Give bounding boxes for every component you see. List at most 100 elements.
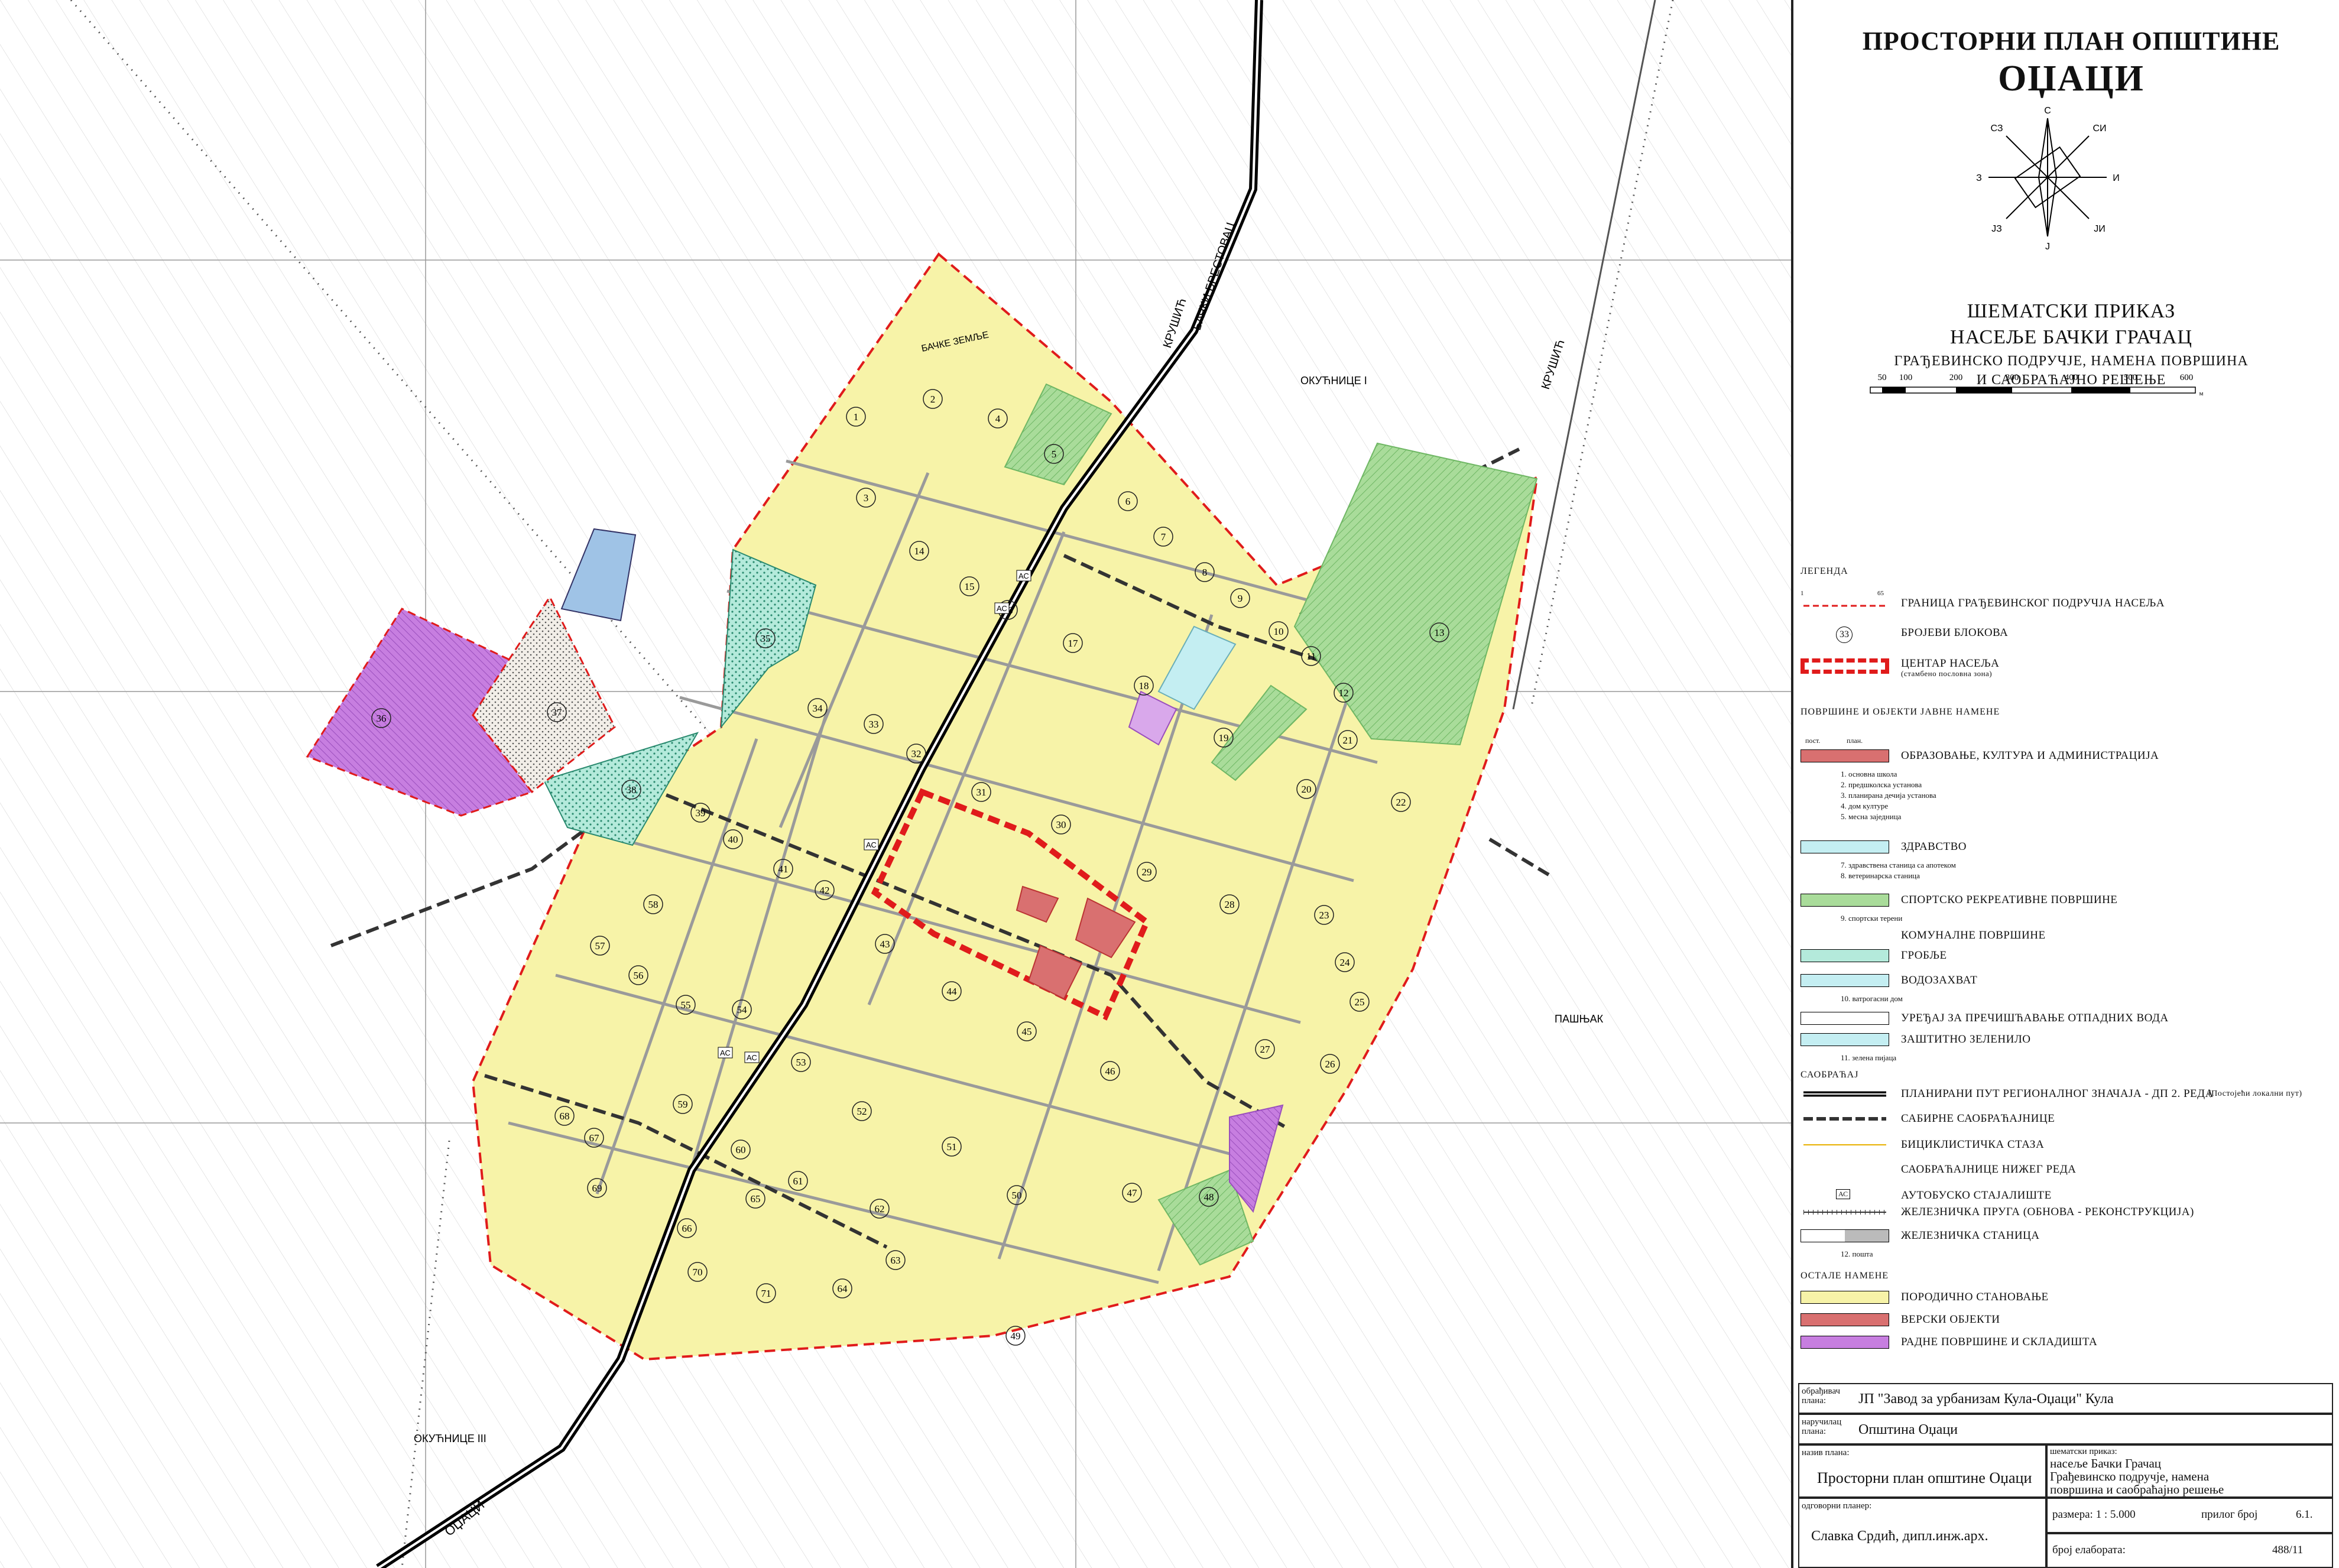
locality-okucnice3: ОКУЋНИЦЕ III — [414, 1433, 486, 1444]
legend-row-center: ЦЕНТАР НАСЕЉА (стамбено пословна зона) — [1801, 657, 2332, 681]
block-number: 15 — [965, 581, 975, 592]
block-number: 58 — [648, 899, 658, 910]
cemetery-swatch — [1801, 949, 1889, 962]
housing-swatch — [1801, 1291, 1889, 1304]
block-number: 55 — [681, 999, 691, 1011]
block-number: 3 — [864, 492, 869, 504]
block-number: 21 — [1343, 735, 1353, 746]
block-number: 10 — [1274, 626, 1284, 637]
block-number: 5 — [1052, 449, 1057, 460]
legend-panel: ПРОСТОРНИ ПЛАН ОПШТИНЕ ОЏАЦИ С Ј И З СИ … — [1791, 0, 2339, 1568]
railway-icon — [1803, 1210, 1886, 1215]
svg-text:400: 400 — [2065, 373, 2078, 382]
legend-row-boundary: ГРАНИЦА ГРАЂЕВИНСКОГ ПОДРУЧЈА НАСЕЉА 1 6… — [1801, 590, 2332, 615]
compass-ne: СИ — [2093, 124, 2106, 134]
block-number: 28 — [1225, 899, 1235, 910]
plan-title: ПРОСТОРНИ ПЛАН ОПШТИНЕ — [1862, 27, 2280, 56]
compass-rose-icon: С Ј И З СИ СЗ ЈИ ЈЗ — [1976, 106, 2120, 252]
collector-road-icon — [1803, 1117, 1886, 1121]
block-number: 25 — [1355, 996, 1365, 1008]
block-number: 12 — [1339, 687, 1349, 699]
block-number: 20 — [1302, 784, 1312, 795]
block-number: 63 — [891, 1255, 901, 1266]
legend-row-regional-road: ПЛАНИРАНИ ПУТ РЕГИОНАЛНОГ ЗНАЧАЈА - ДП 2… — [1801, 1087, 2332, 1105]
education-swatch — [1801, 749, 1889, 762]
legend-row-water: ВОДОЗАХВАТ — [1801, 974, 2332, 992]
block-number: 52 — [857, 1106, 867, 1117]
legend-row-lower: САОБРАЋАЈНИЦЕ НИЖЕГ РЕДА — [1901, 1163, 2077, 1176]
block-number: 14 — [914, 546, 925, 557]
block-number: 31 — [977, 787, 987, 798]
block-number: 18 — [1139, 680, 1149, 692]
block-number: 27 — [1260, 1044, 1271, 1055]
maker-value: ЈП "Завод за урбанизам Кула-Оџаци" Кула — [1858, 1391, 2114, 1407]
legend-row-bike: БИЦИКЛИСТИЧКА СТАЗА — [1801, 1138, 2332, 1156]
traffic-title: САОБРАЋАЈ — [1801, 1070, 1859, 1080]
plan-name-box: назив плана: Просторни план општине Оџац… — [1798, 1444, 2046, 1498]
block-number: 34 — [813, 703, 823, 714]
legend-title: ЛЕГЕНДА — [1801, 566, 1848, 576]
public-title: ПОВРШИНЕ И ОБЈЕКТИ ЈАВНЕ НАМЕНЕ — [1801, 707, 2000, 717]
bus-stop-label: АС — [747, 1053, 757, 1062]
scale-box: размера: 1 : 5.000 прилог број 6.1. — [2046, 1498, 2333, 1533]
block-number: 51 — [947, 1141, 957, 1153]
block-number: 4 — [995, 413, 1001, 424]
block-number: 48 — [1204, 1192, 1214, 1203]
legend-row-housing: ПОРОДИЧНО СТАНОВАЊЕ — [1801, 1291, 2332, 1309]
block-number: 60 — [736, 1144, 746, 1155]
block-number: 8 — [1202, 567, 1208, 578]
block-number: 47 — [1127, 1187, 1138, 1199]
block-number: 33 — [869, 719, 879, 730]
block-number: 67 — [589, 1132, 600, 1144]
health-swatch — [1801, 840, 1889, 853]
scale-bar: 50 100 200 300 400 500 600 м — [1870, 373, 2204, 397]
legend-row-religious: ВЕРСКИ ОБЈЕКТИ — [1801, 1313, 2332, 1331]
block-number: 36 — [377, 713, 387, 724]
wastewater-swatch — [1801, 1012, 1889, 1025]
block-number: 9 — [1238, 593, 1243, 604]
block-number: 69 — [592, 1183, 602, 1194]
svg-text:600: 600 — [2180, 373, 2194, 382]
block-number: 70 — [693, 1267, 703, 1278]
block-number: 11 — [1306, 651, 1316, 662]
legend-row-work: РАДНЕ ПОВРШИНЕ И СКЛАДИШТА — [1801, 1336, 2332, 1353]
block-number: 71 — [761, 1288, 771, 1299]
client-value: Општина Оџаци — [1858, 1422, 1958, 1437]
block-number: 44 — [947, 986, 958, 997]
block-number: 37 — [552, 707, 563, 718]
block-number: 49 — [1011, 1330, 1021, 1342]
block-number: 64 — [838, 1283, 848, 1294]
block-number: 24 — [1340, 957, 1351, 968]
legend-row-communal: КОМУНАЛНЕ ПОВРШИНЕ — [1901, 929, 2046, 942]
block-number: 50 — [1012, 1190, 1022, 1201]
number-box: број елабората: 488/11 — [2046, 1533, 2333, 1568]
svg-text:м: м — [2199, 390, 2204, 397]
block-number: 43 — [880, 939, 890, 950]
plan-name-value: Просторни план општине Оџаци — [1817, 1469, 2032, 1486]
planner-box: одговорни планер: Славка Срдић, дипл.инж… — [1798, 1498, 2046, 1568]
svg-text:200: 200 — [1949, 373, 1963, 382]
block-number: 62 — [875, 1203, 885, 1215]
block-number: 42 — [820, 885, 830, 896]
block-number: 13 — [1435, 627, 1445, 638]
greenery-swatch — [1801, 1033, 1889, 1046]
block-number: 23 — [1319, 910, 1329, 921]
block-number: 65 — [751, 1193, 761, 1205]
block-number: 56 — [634, 970, 644, 981]
regional-road-icon — [1803, 1091, 1886, 1097]
sport-swatch — [1801, 894, 1889, 907]
compass-w: З — [1976, 173, 1982, 183]
settlement-map: 1234567891011121314151617181920212223242… — [0, 0, 1791, 1568]
block-number: 17 — [1068, 638, 1079, 649]
block-number: 38 — [627, 784, 637, 796]
block-number: 26 — [1325, 1059, 1335, 1070]
bus-stop-icon: АС — [1836, 1189, 1851, 1199]
maker-box: обрађивач плана: ЈП "Завод за урбанизам … — [1798, 1383, 2333, 1414]
block-number: 22 — [1396, 797, 1406, 808]
svg-text:100: 100 — [1899, 373, 1913, 382]
block-number: 35 — [761, 633, 771, 644]
bike-path-icon — [1803, 1144, 1886, 1145]
compass-s: Ј — [2045, 242, 2050, 252]
compass-e: И — [2113, 173, 2120, 183]
block-number: 66 — [682, 1223, 692, 1234]
